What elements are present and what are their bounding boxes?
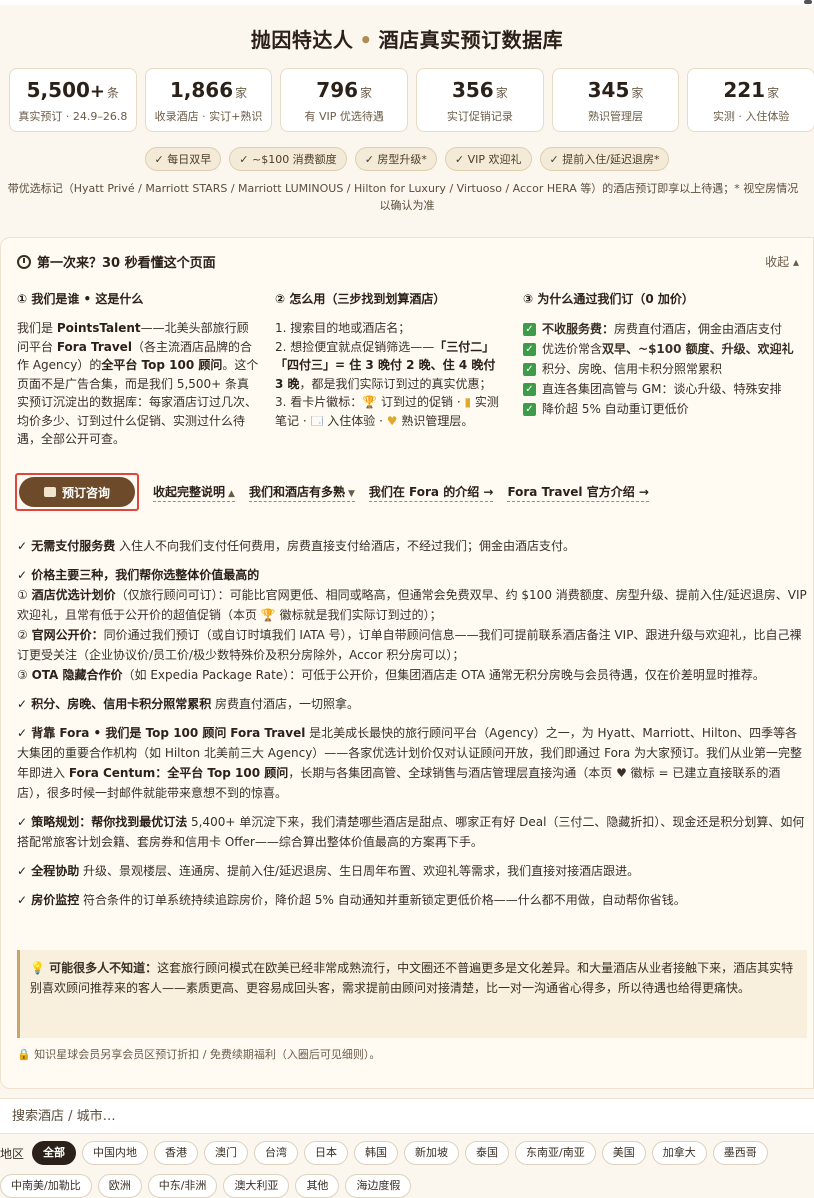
col-heading: ② 怎么用（三步找到划算酒店）: [275, 292, 446, 306]
region-chip[interactable]: 东南亚/南亚: [515, 1141, 596, 1165]
trophy-icon: 🏆: [362, 395, 378, 409]
check-icon: ✓: [523, 402, 536, 416]
stat-label: 真实预订 · 24.9–26.8: [18, 110, 128, 123]
intro-card: 第一次来？30 秒看懂这个页面 收起 ▴ ① 我们是谁 • 这是什么 我们是 P…: [0, 237, 814, 1089]
region-chip[interactable]: 全部: [32, 1141, 77, 1165]
link-fora-official[interactable]: Fora Travel 官方介绍 →: [507, 483, 649, 502]
region-chip[interactable]: 中南美/加勒比: [0, 1174, 92, 1198]
detail-prices: ✓ 价格主要三种，我们帮你选整体价值最高的 ① 酒店优选计划价（仅旅行顾问可订）…: [17, 568, 807, 682]
region-chip[interactable]: 澳大利亚: [223, 1174, 290, 1198]
stat-card: 5,500+ 条真实预订 · 24.9–26.8: [9, 68, 137, 132]
clock-icon: [17, 255, 31, 269]
top-bar: [0, 0, 814, 5]
perks-note: 带优选标记（Hyatt Privé / Marriott STARS / Mar…: [7, 182, 799, 212]
benefit-item: ✓ 优选价常含双早、~$100 额度、升级、欢迎礼: [523, 339, 813, 359]
intro-col-who: ① 我们是谁 • 这是什么 我们是 PointsTalent——北美头部旅行顾问…: [17, 290, 259, 449]
stat-label: 有 VIP 优选待遇: [304, 110, 384, 123]
detail-points: ✓ 积分、房晚、信用卡积分照常累积 房费直付酒店，一切照拿。: [17, 697, 360, 711]
stat-card: 345 家熟识管理层: [551, 68, 680, 132]
stat-card: 356 家实订促销记录: [416, 68, 544, 132]
collapse-button[interactable]: 收起 ▴: [765, 253, 799, 270]
stat-label: 实测 · 入住体验: [712, 110, 790, 123]
stat-card: 1,866 家收录酒店 · 实订+熟识: [144, 68, 273, 132]
stat-label: 实订促销记录: [446, 110, 513, 123]
region-chip[interactable]: 其他: [295, 1174, 340, 1198]
region-chip[interactable]: 香港: [154, 1141, 199, 1165]
region-chip[interactable]: 中国内地: [82, 1141, 149, 1165]
caret-down-icon: ▼: [347, 488, 355, 499]
briefcase-icon: [43, 487, 56, 497]
page-title: 抛因特达人 • 酒店真实预订数据库: [250, 28, 564, 52]
region-chip[interactable]: 新加坡: [404, 1141, 460, 1165]
tip-box: 💡 可能很多人不知道：这套旅行顾问模式在欧美已经非常成熟流行，中文圈还不普遍更多…: [17, 950, 807, 1038]
scrollbar-thumb[interactable]: [804, 0, 812, 4]
region-chip[interactable]: 台湾: [254, 1141, 299, 1165]
book-highlight: 预订咨询: [15, 473, 139, 511]
perk-chip: ✓ ~$100 消费额度: [229, 147, 347, 171]
stat-number: 221 家: [723, 78, 780, 102]
region-chip[interactable]: 加拿大: [651, 1141, 707, 1165]
detail-fora: ✓ 背靠 Fora • 我们是 Top 100 顾问 Fora Travel 是…: [17, 726, 803, 800]
region-chip[interactable]: 泰国: [465, 1141, 510, 1165]
check-icon: ✓: [523, 342, 536, 356]
stat-number: 5,500+ 条: [26, 78, 120, 102]
benefit-item: ✓ 降价超 5% 自动重订更低价: [523, 399, 813, 419]
stat-number: 356 家: [451, 78, 508, 102]
detail-assist: ✓ 全程协助 升级、景观楼层、连通房、提前入住/延迟退房、生日周年布置、欢迎礼等…: [17, 864, 640, 878]
link-collapse-full[interactable]: 收起完整说明 ▲: [153, 483, 235, 502]
stat-card: 796 家有 VIP 优选待遇: [280, 68, 409, 132]
stat-card: 221 家实测 · 入住体验: [687, 68, 814, 132]
stat-number: 796 家: [316, 78, 373, 102]
intro-col-how: ② 怎么用（三步找到划算酒店） 1. 搜索目的地或酒店名； 2. 想捡便宜就点促…: [275, 290, 507, 430]
search-bar: [0, 1098, 814, 1134]
benefit-item: ✓ 积分、房晚、信用卡积分照常累积: [523, 359, 813, 379]
region-chip[interactable]: 美国: [601, 1141, 646, 1165]
region-chip[interactable]: 海边度假: [345, 1174, 412, 1198]
book-consult-button[interactable]: 预订咨询: [19, 477, 135, 507]
stay-icon: 🗔: [310, 413, 324, 428]
action-row: 预订咨询 收起完整说明 ▲ 我们和酒店有多熟 ▼ 我们在 Fora 的介绍 → Fo…: [15, 473, 805, 511]
detail-strategy: ✓ 策略规划：帮你找到最优订法 5,400+ 单沉淀下来，我们清楚哪些酒店是甜点…: [17, 815, 805, 849]
detail-monitor: ✓ 房价监控 符合条件的订单系统持续追踪房价，降价超 5% 自动通知并重新锁定更…: [17, 893, 686, 907]
details: ✓ 无需支付服务费 入住人不向我们支付任何费用，房费直接支付给酒店，不经过我们；…: [17, 536, 809, 919]
perk-chips: ✓ 每日双早 ✓ ~$100 消费额度 ✓ 房型升级* ✓ VIP 欢迎礼 ✓ 提前入住…: [0, 147, 814, 171]
caret-up-icon: ▲: [228, 488, 235, 499]
perk-chip: ✓ 房型升级*: [354, 147, 437, 171]
region-label: 地区: [0, 1146, 25, 1161]
link-hotel-relations[interactable]: 我们和酒店有多熟 ▼: [248, 483, 355, 502]
region-chip[interactable]: 墨西哥: [712, 1141, 768, 1165]
stat-number: 345 家: [587, 78, 644, 102]
perk-chip: ✓ 提前入住/延迟退房*: [539, 147, 670, 171]
benefit-item: ✓ 不收服务费：房费直付酒店，佣金由酒店支付: [523, 319, 813, 339]
who-text: 我们是 PointsTalent——北美头部旅行顾问平台 Fora Travel…: [17, 321, 259, 446]
stat-label: 收录酒店 · 实订+熟识: [154, 110, 263, 123]
intro-title: 第一次来？30 秒看懂这个页面: [37, 256, 216, 271]
region-chip[interactable]: 欧洲: [97, 1174, 142, 1198]
stat-label: 熟识管理层: [588, 110, 644, 123]
region-chip[interactable]: 韩国: [354, 1141, 399, 1165]
region-chip[interactable]: 澳门: [204, 1141, 249, 1165]
stat-number: 1,866 家: [169, 78, 248, 102]
search-input[interactable]: [0, 1099, 800, 1133]
member-footnote: 🔒 知识星球会员另享会员区预订折扣 / 免费续期福利（入圈后可见细则）。: [17, 1048, 381, 1061]
link-fora-intro[interactable]: 我们在 Fora 的介绍 →: [368, 483, 494, 502]
detail-fee: ✓ 无需支付服务费 入住人不向我们支付任何费用，房费直接支付给酒店，不经过我们；…: [17, 539, 576, 553]
check-icon: ✓: [523, 362, 536, 376]
check-icon: ✓: [523, 382, 536, 396]
stats-row: 5,500+ 条真实预订 · 24.9–26.8 1,866 家收录酒店 · 实订+熟…: [9, 68, 814, 132]
col-heading: ① 我们是谁 • 这是什么: [17, 292, 144, 306]
heart-icon: ♥: [386, 413, 398, 428]
intro-header: 第一次来？30 秒看懂这个页面 收起 ▴: [17, 252, 807, 272]
region-chip[interactable]: 中东/非洲: [147, 1174, 218, 1198]
perk-chip: ✓ VIP 欢迎礼: [444, 147, 532, 171]
region-chip[interactable]: 日本: [304, 1141, 349, 1165]
region-filters: 地区 全部 中国内地 香港 澳门 台湾 日本 韩国 新加坡 泰国 东南亚/南亚 美国 加拿大 墨西哥 中南…: [0, 1140, 814, 1198]
check-icon: ✓: [523, 322, 536, 336]
intro-col-why: ③ 为什么通过我们订（0 加价） ✓ 不收服务费：房费直付酒店，佣金由酒店支付 ✓ 优…: [523, 290, 813, 419]
col-heading: ③ 为什么通过我们订（0 加价）: [523, 292, 694, 306]
benefit-item: ✓ 直连各集团高管与 GM：谈心升级、特殊安排: [523, 379, 813, 399]
perk-chip: ✓ 每日双早: [144, 147, 222, 171]
how-text: 1. 搜索目的地或酒店名； 2. 想捡便宜就点促销筛选——「三付二」「四付三」=…: [275, 321, 499, 428]
